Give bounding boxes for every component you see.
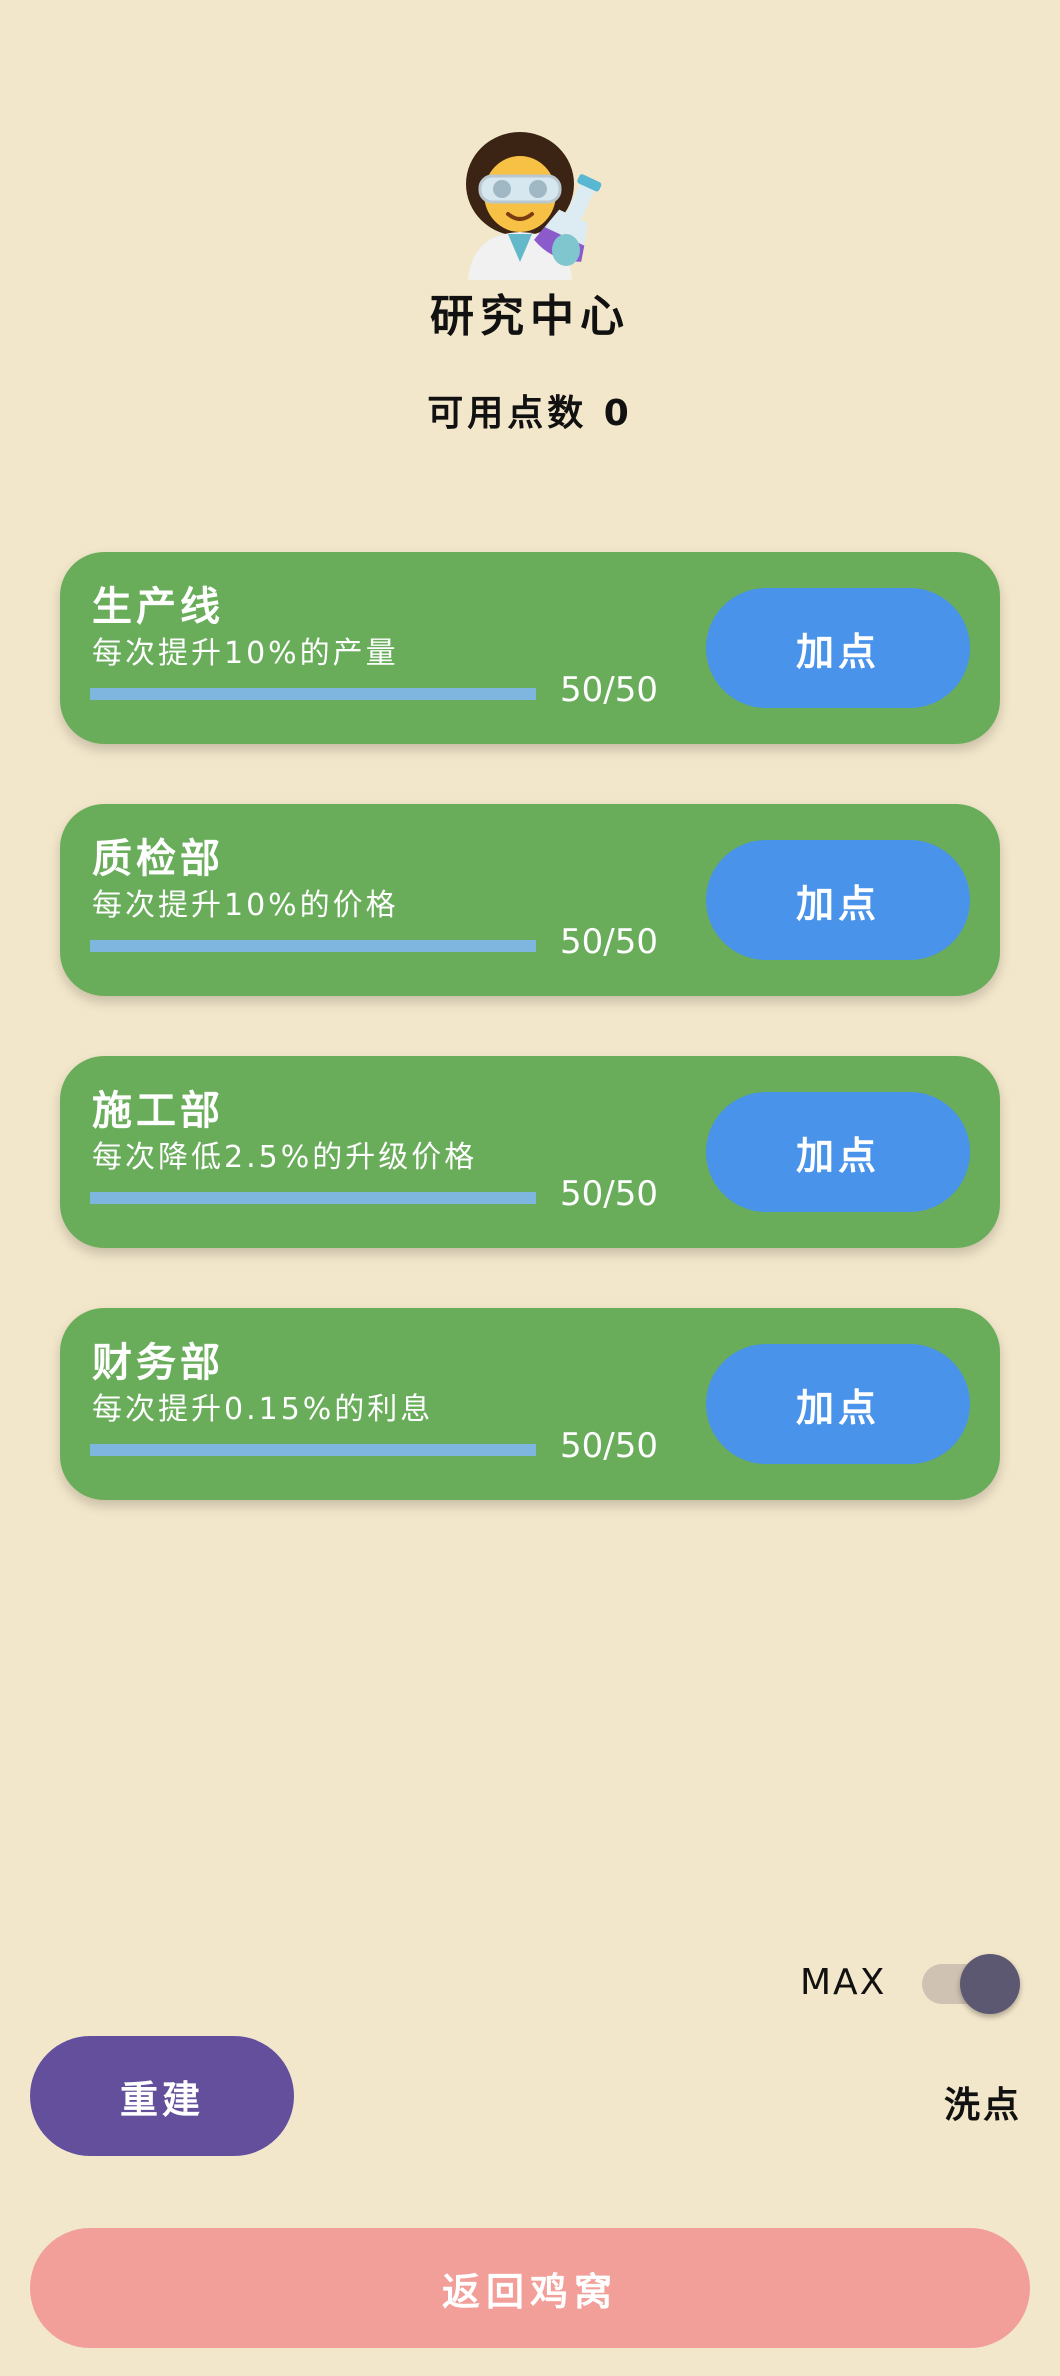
add-point-button[interactable]: 加点 <box>706 840 970 960</box>
toggle-knob[interactable] <box>960 1954 1020 2014</box>
progress-fill <box>90 1192 536 1204</box>
research-card-finance: 财务部 每次提升0.15%的利息 50/50 加点 <box>60 1308 1000 1500</box>
scientist-icon <box>450 122 610 282</box>
progress-fill <box>90 688 536 700</box>
progress-text: 50/50 <box>560 1426 658 1466</box>
progress-fill <box>90 940 536 952</box>
research-card-quality-inspection: 质检部 每次提升10%的价格 50/50 加点 <box>60 804 1000 996</box>
max-label: MAX <box>800 1962 887 2003</box>
page-title: 研究中心 <box>430 291 630 342</box>
rebuild-button[interactable]: 重建 <box>30 2036 294 2156</box>
reset-points-button[interactable]: 洗点 <box>944 2076 1022 2128</box>
progress-fill <box>90 1444 536 1456</box>
progress-bar <box>90 1444 536 1456</box>
card-description: 每次提升10%的价格 <box>92 888 399 923</box>
available-points: 可用点数 0 <box>427 393 633 434</box>
progress-bar <box>90 940 536 952</box>
progress-bar <box>90 688 536 700</box>
research-card-production-line: 生产线 每次提升10%的产量 50/50 加点 <box>60 552 1000 744</box>
add-point-button[interactable]: 加点 <box>706 1344 970 1464</box>
research-card-construction: 施工部 每次降低2.5%的升级价格 50/50 加点 <box>60 1056 1000 1248</box>
card-title: 质检部 <box>92 836 224 882</box>
add-point-button[interactable]: 加点 <box>706 588 970 708</box>
card-title: 生产线 <box>92 584 224 630</box>
progress-text: 50/50 <box>560 670 658 710</box>
return-to-coop-button[interactable]: 返回鸡窝 <box>30 2228 1030 2348</box>
card-description: 每次提升0.15%的利息 <box>92 1392 434 1427</box>
max-toggle[interactable] <box>922 1954 1022 2014</box>
card-description: 每次提升10%的产量 <box>92 636 399 671</box>
card-description: 每次降低2.5%的升级价格 <box>92 1140 478 1175</box>
card-title: 财务部 <box>92 1340 224 1386</box>
progress-text: 50/50 <box>560 1174 658 1214</box>
progress-text: 50/50 <box>560 922 658 962</box>
progress-bar <box>90 1192 536 1204</box>
add-point-button[interactable]: 加点 <box>706 1092 970 1212</box>
card-title: 施工部 <box>92 1088 224 1134</box>
